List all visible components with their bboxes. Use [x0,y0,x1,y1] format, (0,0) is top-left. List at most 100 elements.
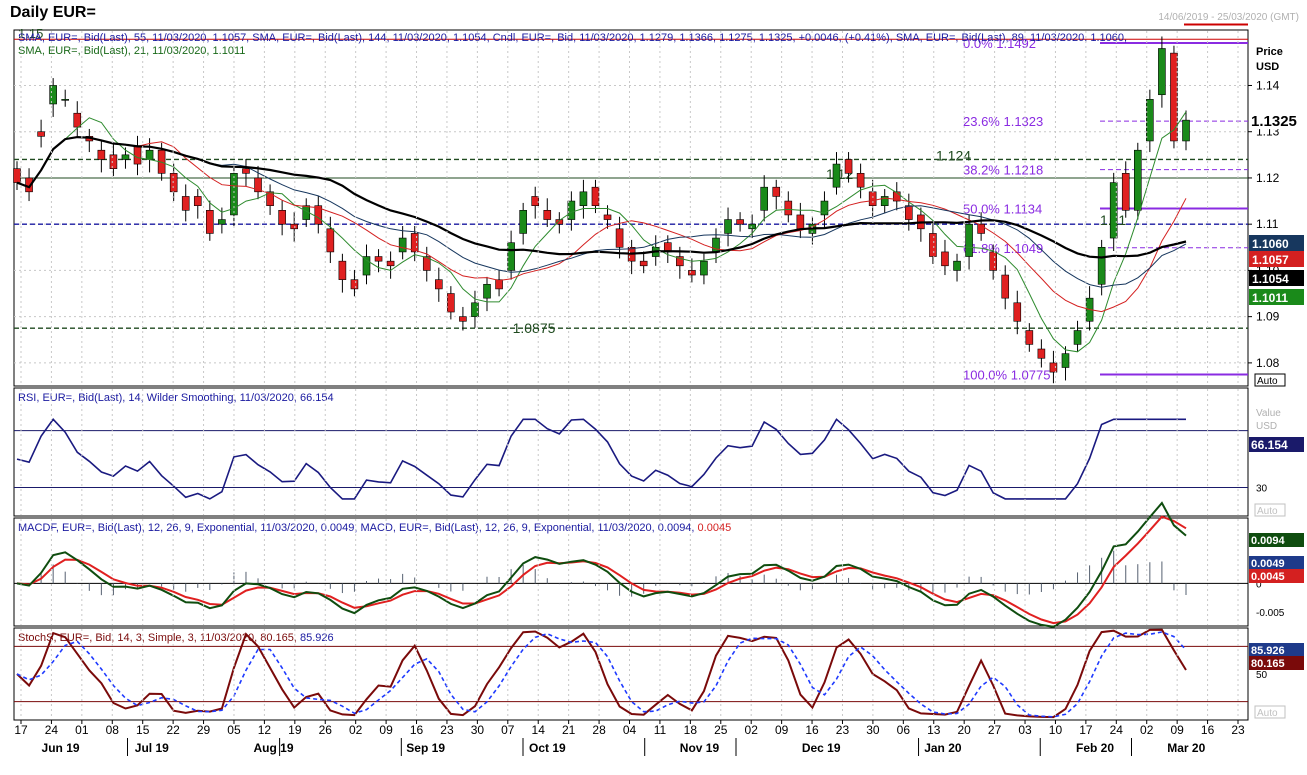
price-tick-label: 1.11 [1256,217,1279,231]
price-legend-line1: SMA, EUR=, Bid(Last), 55, 11/03/2020, 1.… [18,32,1127,44]
candle-body [1146,99,1154,142]
date-tick-label: 16 [1201,723,1215,737]
stoch-legend-d: 85.926 [300,632,334,644]
candle-body [724,219,732,234]
date-tick-label: 26 [319,723,333,737]
candle-body [1158,48,1166,96]
date-tick-label: 29 [197,723,211,737]
candle-body [97,149,106,160]
candle-body [471,302,479,317]
macd-legend: MACDF, EUR=, Bid(Last), 12, 26, 9, Expon… [18,522,731,534]
candle-body [688,270,696,276]
candle-body [736,219,744,225]
month-label: Sep 19 [406,741,445,755]
candle-body [483,283,491,299]
candle-body [169,173,178,193]
month-label: Jul 19 [135,741,169,755]
macd-panel-frame [13,517,1249,627]
candle-body [495,279,503,290]
month-label: Oct 19 [529,741,566,755]
candle-body [61,99,70,101]
rsi-axis-title: Value [1256,408,1281,419]
candle-body [1121,173,1130,211]
date-tick-label: 09 [775,723,789,737]
month-label: Nov 19 [680,741,720,755]
candle-body [362,256,371,276]
date-tick-label: 02 [349,723,363,737]
month-label: Aug 19 [254,741,294,755]
candle-body [1133,149,1142,211]
month-label: Jan 20 [924,741,962,755]
last-price-value: 1.1325 [1251,113,1297,130]
candle-body [459,316,467,322]
date-tick-label: 21 [562,723,576,737]
stoch-tick-label: 50 [1256,670,1268,681]
candle-body [386,260,395,267]
candle-body [832,163,841,188]
candle-body [929,233,937,257]
date-tick-label: 07 [501,723,515,737]
date-tick-label: 30 [471,723,485,737]
candle-body [1073,330,1082,345]
price-axis-title: Price [1256,46,1283,58]
date-tick-label: 15 [136,723,150,737]
month-label: Dec 19 [802,741,841,755]
candle-body [37,131,45,137]
month-label: Feb 20 [1076,741,1114,755]
candle-body [398,237,407,253]
candle-body [856,173,865,188]
rsi-legend: RSI, EUR=, Bid(Last), 14, Wilder Smoothi… [18,392,334,404]
macd-tick-label: -0.005 [1256,608,1285,619]
price-tick-label: 1.12 [1256,171,1280,185]
candle-body [603,214,612,220]
date-tick-label: 08 [106,723,120,737]
ma-value-text: 1.1057 [1252,253,1289,267]
stoch-value-text: 80.165 [1251,658,1285,670]
macd-value-text: 0.0094 [1251,535,1286,547]
candle-body [1097,246,1106,285]
date-tick-label: 17 [14,723,28,737]
date-tick-label: 05 [227,723,241,737]
candle-body [784,200,793,216]
candle-body [639,260,648,267]
ma-value-text: 1.1011 [1252,291,1288,305]
candle-body [965,223,973,257]
rsi-axis-unit: USD [1256,421,1277,432]
candle-body [579,191,588,206]
date-tick-label: 28 [592,723,606,737]
candle-body [109,154,118,170]
date-tick-label: 23 [1231,723,1245,737]
rsi-value-text: 66.154 [1251,438,1288,452]
date-tick-label: 24 [1110,723,1124,737]
date-tick-label: 13 [927,723,941,737]
date-tick-label: 02 [745,723,759,737]
date-tick-label: 04 [623,723,637,737]
date-tick-label: 14 [532,723,546,737]
date-tick-label: 03 [1018,723,1032,737]
stoch-auto-label: Auto [1257,708,1278,719]
date-tick-label: 02 [1140,723,1154,737]
auto-button-label: Auto [1257,376,1278,387]
candle-body [796,214,805,230]
candle-body [844,159,853,174]
candle-body [374,256,383,262]
candle-body [326,228,335,253]
macd-value-text: 0.0045 [1251,571,1285,583]
date-tick-label: 20 [957,723,971,737]
fib-label: 23.6% 1.1323 [963,114,1043,129]
rsi-auto-label: Auto [1257,506,1278,517]
date-tick-label: 16 [805,723,819,737]
candle-body [531,196,540,206]
candle-body [49,85,57,105]
fib-label: 61.8% 1.1049 [963,241,1043,256]
candle-body [868,191,877,206]
price-tick-label: 1.08 [1256,356,1280,370]
date-tick-label: 19 [288,723,302,737]
candle-body [1061,353,1070,368]
candle-body [290,223,298,230]
candle-body [242,168,250,174]
candle-body [953,260,961,271]
candle-body [133,145,142,165]
chart-canvas[interactable]: 1.141.131.121.111.101.091.08PriceUSD1.15… [0,0,1307,775]
candle-body [73,112,82,128]
